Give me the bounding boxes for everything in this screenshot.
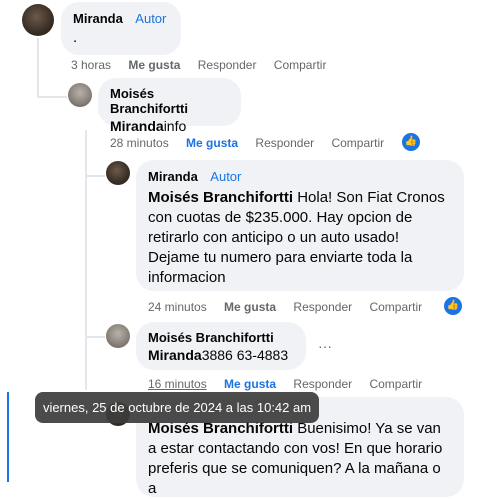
mention[interactable]: Miranda [110, 118, 164, 134]
comment-time[interactable]: 28 minutos [110, 136, 169, 150]
avatar[interactable] [22, 4, 54, 36]
author-badge: Autor [135, 11, 167, 26]
thumbs-up-icon[interactable]: 👍 [400, 131, 422, 153]
comment-time[interactable]: 24 minutos [148, 300, 207, 314]
comment-actions: 16 minutos Me gusta Responder Compartir [148, 377, 436, 391]
reply-button[interactable]: Responder [293, 300, 352, 314]
share-button[interactable]: Compartir [331, 136, 384, 150]
avatar[interactable] [106, 324, 130, 348]
comment-author[interactable]: Moisés Branchifortti [110, 86, 229, 116]
author-badge: Autor [210, 169, 242, 184]
avatar[interactable] [106, 161, 130, 185]
like-button[interactable]: Me gusta [224, 377, 276, 391]
share-button[interactable]: Compartir [369, 300, 422, 314]
thread-line [37, 38, 39, 98]
thumbs-up-icon[interactable]: 👍 [442, 295, 464, 317]
comment-text: info [163, 118, 187, 134]
comment-bubble: Moisés Branchifortti Mirandainfo [98, 78, 241, 134]
mention[interactable]: Moisés Branchifortti [148, 189, 293, 206]
comment-actions: 28 minutos Me gusta Responder Compartir [110, 136, 398, 150]
reply-button[interactable]: Responder [198, 58, 257, 72]
comment-time[interactable]: 3 horas [71, 58, 111, 72]
thread-line [85, 130, 87, 390]
comment-text: 3886 63-4883 [201, 347, 289, 363]
comment-bubble: Miranda Autor Moisés Branchifortti Hola!… [136, 160, 464, 291]
comment-author[interactable]: Miranda [148, 169, 198, 184]
share-button[interactable]: Compartir [274, 58, 327, 72]
comment-author[interactable]: Moisés Branchifortti [148, 330, 294, 345]
more-options-button[interactable]: ··· [318, 338, 332, 354]
mention[interactable]: Miranda [148, 347, 202, 363]
like-button[interactable]: Me gusta [128, 58, 180, 72]
focus-indicator [7, 392, 9, 482]
timestamp-tooltip: viernes, 25 de octubre de 2024 a las 10:… [35, 392, 319, 423]
thread-line [85, 336, 105, 338]
like-button[interactable]: Me gusta [224, 300, 276, 314]
avatar[interactable] [68, 83, 92, 107]
comment-bubble: Moisés Branchifortti Miranda3886 63-4883 [136, 322, 306, 370]
like-button[interactable]: Me gusta [186, 136, 238, 150]
comment-bubble: Miranda Autor . [61, 2, 181, 55]
comment-actions: 3 horas Me gusta Responder Compartir [71, 58, 340, 72]
thread-line [85, 175, 105, 177]
comment-actions: 24 minutos Me gusta Responder Compartir [148, 300, 436, 314]
comment-author[interactable]: Miranda [73, 11, 123, 26]
reply-button[interactable]: Responder [255, 136, 314, 150]
share-button[interactable]: Compartir [369, 377, 422, 391]
comment-time[interactable]: 16 minutos [148, 377, 207, 391]
comment-text: . [73, 29, 78, 46]
thread-line [37, 96, 67, 98]
reply-button[interactable]: Responder [293, 377, 352, 391]
